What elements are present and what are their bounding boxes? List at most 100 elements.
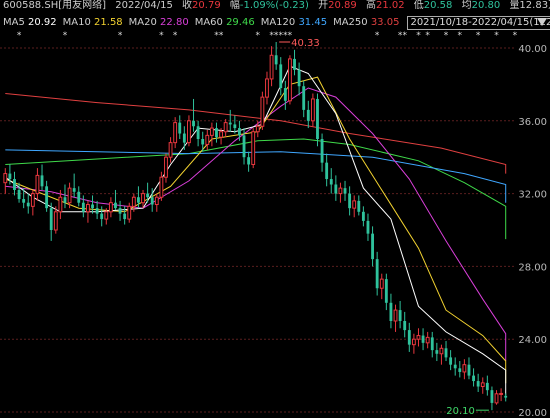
candle-body (375, 259, 379, 289)
ma-value-ma5: 20.92 (24, 17, 57, 28)
candle-body (86, 204, 90, 213)
candle-body (357, 200, 361, 212)
high-value: 21.02 (375, 0, 405, 11)
event-star-marker: * (173, 31, 178, 41)
candle-body (104, 211, 109, 220)
ma-label-ma10: MA10 (62, 17, 91, 28)
candle-body (352, 200, 357, 209)
event-star-marker: * (444, 31, 449, 41)
candle-body (17, 189, 21, 200)
ma-value-ma250: 33.05 (367, 17, 400, 28)
ma-line-ma5 (5, 65, 507, 396)
candle-body (3, 173, 8, 184)
y-tick-label: 40.00 (518, 44, 547, 55)
candle-body (49, 208, 53, 230)
candle-body (416, 335, 421, 340)
candle-body (288, 58, 292, 102)
candle-body (320, 139, 324, 163)
candle-body (371, 233, 374, 260)
candle-body (164, 156, 168, 178)
candle-body (334, 184, 338, 194)
ma-value-ma60: 29.46 (222, 17, 255, 28)
candle-body (329, 179, 333, 185)
event-star-marker: * (17, 31, 22, 41)
header-bar: 600588.SH[用友网络] 2022/04/15 收20.79 幅-1.09… (3, 0, 550, 12)
event-star-marker: * (63, 31, 68, 41)
event-star-marker: * (425, 31, 430, 41)
ma-label-ma60: MA60 (194, 17, 223, 28)
candle-body (192, 120, 195, 127)
event-star-marker: * (118, 31, 123, 41)
candle-body (114, 202, 117, 209)
candle-body (472, 375, 475, 382)
event-star-marker: * (256, 31, 261, 41)
candle-body (205, 134, 210, 145)
candle-body (209, 127, 214, 136)
min-price-label: 20.10 (446, 406, 475, 417)
event-star-marker: * (219, 31, 224, 41)
candle-body (325, 162, 329, 180)
candle-body (297, 69, 301, 87)
candle-body (490, 390, 494, 403)
close-value: 20.79 (192, 0, 221, 11)
change-value: -1.09%(-0.23) (239, 0, 309, 11)
candle-body (302, 86, 306, 110)
candle-body (233, 124, 237, 129)
candle-body (100, 213, 104, 220)
ma-label-ma20: MA20 (128, 17, 157, 28)
open-value: 20.89 (328, 0, 357, 11)
candle-body (8, 173, 12, 180)
candle-body (72, 188, 76, 192)
candle-body (173, 122, 178, 144)
candle-body (260, 96, 265, 127)
candle-body (476, 381, 480, 387)
candle-body (22, 199, 26, 203)
candle-body (467, 364, 471, 376)
candle-body (219, 131, 223, 138)
candle-body (255, 125, 260, 133)
ma-value-ma20: 22.80 (156, 17, 189, 28)
event-star-marker: * (458, 31, 463, 41)
candle-body (494, 393, 499, 404)
event-star-marker: * (416, 31, 421, 41)
event-star-marker: * (476, 31, 481, 41)
ma-value-ma10: 21.58 (90, 17, 123, 28)
candle-body (182, 133, 186, 143)
y-tick-label: 20.00 (518, 408, 547, 418)
candle-body (310, 98, 315, 122)
candle-body (137, 197, 140, 203)
candle-body (131, 196, 136, 207)
ma-line-ma120 (5, 149, 507, 203)
y-tick-label: 36.00 (518, 117, 547, 128)
ma-label-ma250: MA250 (333, 17, 368, 28)
event-star-marker: * (375, 31, 380, 41)
candle-body (108, 202, 113, 213)
candle-body (348, 193, 352, 209)
candle-body (40, 175, 44, 187)
candle-body (379, 278, 384, 289)
ma-line-ma10 (5, 76, 507, 384)
candle-body (504, 395, 508, 398)
quote-date: 2022/04/15 (115, 0, 173, 11)
candle-body (95, 208, 99, 214)
candle-body (150, 197, 154, 205)
change-label: 幅 (229, 0, 240, 11)
candle-body (26, 202, 30, 207)
avg-value: 20.80 (471, 0, 501, 11)
candle-body (407, 330, 411, 345)
candle-body (154, 196, 159, 206)
candlestick-chart[interactable]: 40.00 36.00 32.00 28.00 24.00 20.00 * * * * * * * * * *… (0, 28, 550, 418)
candle-body (283, 88, 287, 101)
candle-body (187, 120, 191, 144)
candle-body (146, 193, 150, 198)
candle-body (45, 186, 49, 209)
dropdown-arrow-icon[interactable] (536, 16, 548, 28)
candle-body (53, 211, 58, 231)
high-label: 高 (365, 0, 376, 11)
ma-label-ma5: MA5 (3, 17, 25, 28)
candle-body (141, 193, 145, 204)
candle-body (13, 179, 16, 190)
candle-body (430, 337, 434, 351)
candle-body (499, 392, 504, 395)
candle-body (196, 126, 200, 139)
